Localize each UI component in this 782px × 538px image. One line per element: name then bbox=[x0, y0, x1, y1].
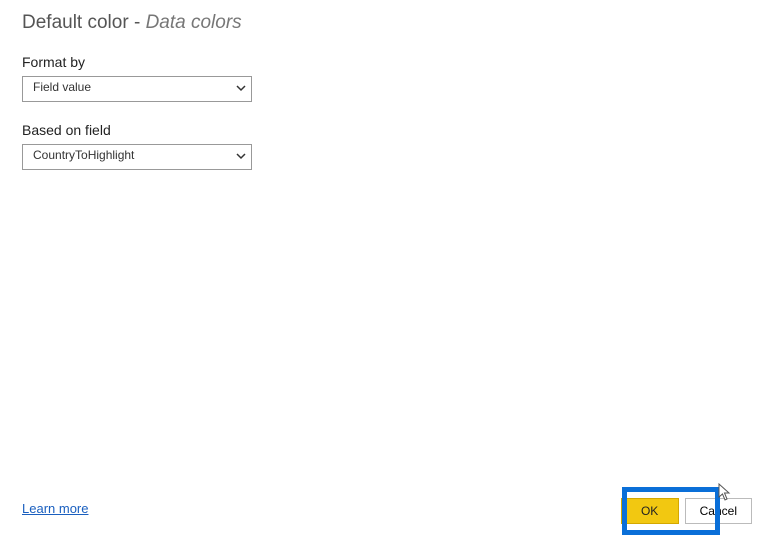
form-section: Format by Field value Based on field Cou… bbox=[0, 34, 782, 170]
format-by-select-wrap: Field value bbox=[22, 76, 252, 102]
dialog-title-separator: - bbox=[129, 12, 146, 33]
format-by-select[interactable]: Field value bbox=[22, 76, 252, 102]
based-on-field-select[interactable]: CountryToHighlight bbox=[22, 144, 252, 170]
ok-button[interactable]: OK bbox=[621, 498, 679, 524]
button-bar: OK Cancel bbox=[621, 498, 752, 524]
based-on-label: Based on field bbox=[22, 122, 782, 138]
cancel-button[interactable]: Cancel bbox=[685, 498, 752, 524]
format-by-value: Field value bbox=[33, 80, 91, 94]
based-on-select-wrap: CountryToHighlight bbox=[22, 144, 252, 170]
dialog-title-main: Default color bbox=[22, 12, 129, 33]
learn-more-link[interactable]: Learn more bbox=[22, 501, 88, 516]
dialog-title-subtitle: Data colors bbox=[146, 12, 242, 33]
format-by-label: Format by bbox=[22, 54, 782, 70]
dialog-title: Default color - Data colors bbox=[0, 0, 782, 34]
based-on-value: CountryToHighlight bbox=[33, 148, 134, 162]
